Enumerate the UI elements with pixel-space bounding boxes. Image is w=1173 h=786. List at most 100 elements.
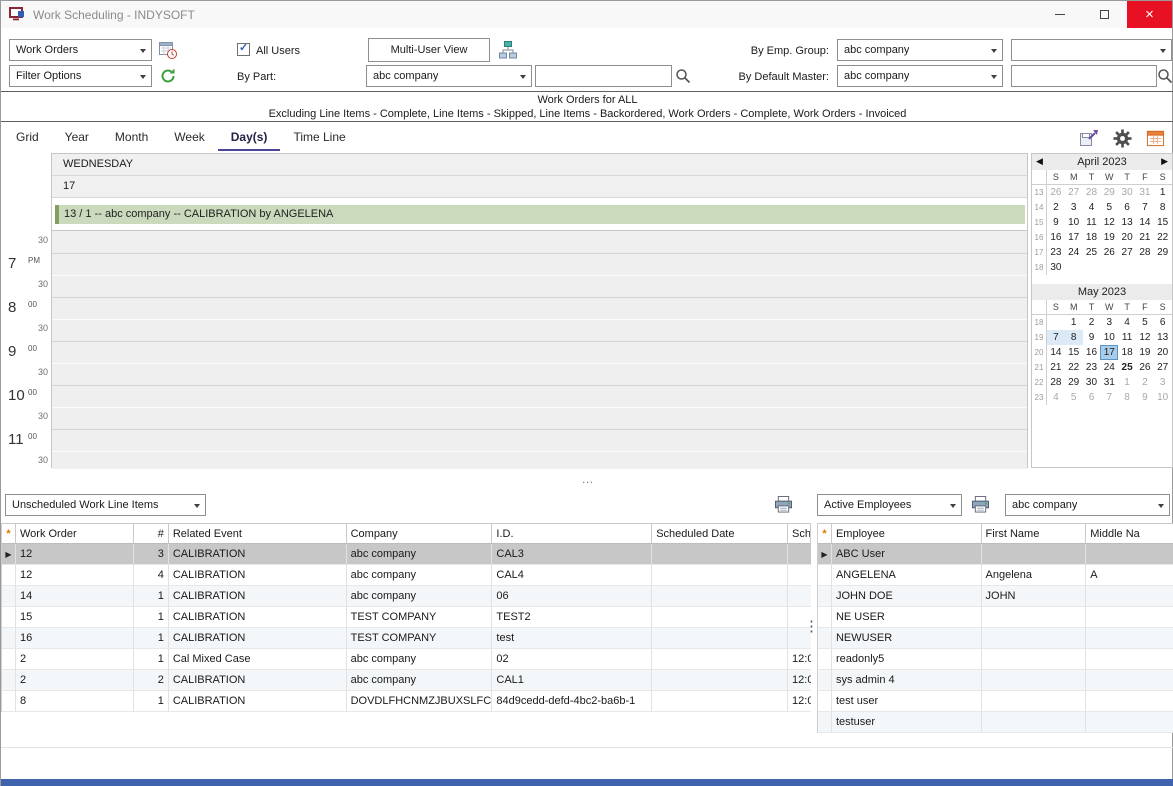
calendar-day[interactable]: 10 bbox=[1154, 390, 1172, 405]
calendar-day[interactable]: 6 bbox=[1118, 200, 1136, 215]
calendar-day[interactable]: 11 bbox=[1083, 215, 1101, 230]
table-row[interactable]: sys admin 4 bbox=[818, 670, 1173, 691]
calendar-day[interactable]: 17 bbox=[1100, 345, 1118, 360]
calendar-day[interactable]: 19 bbox=[1136, 345, 1154, 360]
calendar-day[interactable]: 1 bbox=[1065, 315, 1083, 330]
calendar-day[interactable]: 7 bbox=[1100, 390, 1118, 405]
column-header[interactable]: Company bbox=[347, 523, 493, 544]
column-header[interactable]: Work Order bbox=[16, 523, 134, 544]
calendar-day[interactable]: 18 bbox=[1118, 345, 1136, 360]
by-default-master-search-input[interactable] bbox=[1011, 65, 1157, 87]
calendar-day[interactable]: 30 bbox=[1047, 260, 1065, 275]
time-slot[interactable] bbox=[52, 341, 1027, 363]
table-row[interactable]: testuser bbox=[818, 712, 1173, 733]
calendar-day[interactable]: 14 bbox=[1136, 215, 1154, 230]
time-slot[interactable] bbox=[52, 451, 1027, 469]
all-users-checkbox[interactable]: ✓ bbox=[237, 43, 250, 56]
calendar-day[interactable]: 18 bbox=[1083, 230, 1101, 245]
calendar-day[interactable]: 29 bbox=[1154, 245, 1172, 260]
table-row[interactable]: 124CALIBRATIONabc companyCAL4 bbox=[2, 565, 811, 586]
employees-filter-dropdown[interactable]: Active Employees bbox=[817, 494, 962, 516]
column-header[interactable]: First Name bbox=[982, 523, 1087, 544]
by-part-dropdown[interactable]: abc company bbox=[366, 65, 532, 87]
calendar-day[interactable]: 13 bbox=[1154, 330, 1172, 345]
tab-time-line[interactable]: Time Line bbox=[280, 125, 358, 151]
prev-month-icon[interactable]: ◀ bbox=[1036, 156, 1043, 167]
calendar-day[interactable]: 16 bbox=[1047, 230, 1065, 245]
calendar-day[interactable]: 23 bbox=[1083, 360, 1101, 375]
calendar-day[interactable]: 9 bbox=[1083, 330, 1101, 345]
calendar-day[interactable]: 31 bbox=[1100, 375, 1118, 390]
calendar-day[interactable]: 12 bbox=[1136, 330, 1154, 345]
calendar-day[interactable]: 5 bbox=[1065, 390, 1083, 405]
calendar-day[interactable]: 11 bbox=[1118, 330, 1136, 345]
calendar-day[interactable]: 27 bbox=[1154, 360, 1172, 375]
print-work-items-button[interactable] bbox=[772, 493, 794, 515]
calendar-day[interactable]: 28 bbox=[1136, 245, 1154, 260]
multi-user-layout-button[interactable] bbox=[497, 39, 519, 61]
time-slot[interactable] bbox=[52, 407, 1027, 429]
calendar-day[interactable]: 29 bbox=[1100, 185, 1118, 200]
appointment-bar[interactable]: 13 / 1 -- abc company -- CALIBRATION by … bbox=[55, 205, 1025, 224]
goto-date-button[interactable] bbox=[1144, 127, 1166, 149]
calendar-day[interactable]: 15 bbox=[1065, 345, 1083, 360]
table-row[interactable]: 161CALIBRATIONTEST COMPANYtest bbox=[2, 628, 811, 649]
calendar-day[interactable]: 15 bbox=[1154, 215, 1172, 230]
calendar-day[interactable]: 22 bbox=[1065, 360, 1083, 375]
table-row[interactable]: 81CALIBRATIONDOVDLFHCNMZJBUXSLFCGNL84d9c… bbox=[2, 691, 811, 712]
column-header[interactable]: # bbox=[134, 523, 169, 544]
calendar-day[interactable]: 10 bbox=[1100, 330, 1118, 345]
print-employees-button[interactable] bbox=[969, 493, 991, 515]
calendar-day[interactable]: 19 bbox=[1100, 230, 1118, 245]
calendar-day[interactable]: 20 bbox=[1118, 230, 1136, 245]
by-default-master-dropdown[interactable]: abc company bbox=[837, 65, 1003, 87]
calendar-day[interactable]: 24 bbox=[1065, 245, 1083, 260]
table-row[interactable]: test user bbox=[818, 691, 1173, 712]
horizontal-splitter[interactable]: … bbox=[1, 469, 1173, 491]
calendar-day[interactable]: 4 bbox=[1047, 390, 1065, 405]
calendar-day[interactable]: 6 bbox=[1083, 390, 1101, 405]
calendar-day[interactable]: 26 bbox=[1136, 360, 1154, 375]
minimize-button[interactable] bbox=[1037, 1, 1082, 28]
calendar-day[interactable]: 10 bbox=[1065, 215, 1083, 230]
column-header[interactable]: Related Event bbox=[169, 523, 347, 544]
calendar-day[interactable]: 27 bbox=[1118, 245, 1136, 260]
day-name-header[interactable]: WEDNESDAY bbox=[52, 154, 1027, 176]
table-row[interactable]: ▶ABC User bbox=[818, 544, 1173, 565]
calendar-day[interactable]: 1 bbox=[1118, 375, 1136, 390]
calendar-day[interactable]: 26 bbox=[1100, 245, 1118, 260]
calendar-day[interactable]: 25 bbox=[1083, 245, 1101, 260]
column-header[interactable]: Middle Na bbox=[1086, 523, 1173, 544]
column-header[interactable]: I.D. bbox=[492, 523, 652, 544]
save-layout-button[interactable] bbox=[1078, 127, 1100, 149]
tab-year[interactable]: Year bbox=[52, 125, 102, 151]
calendar-day[interactable]: 4 bbox=[1118, 315, 1136, 330]
calendar-day[interactable]: 9 bbox=[1047, 215, 1065, 230]
calendar-day[interactable]: 8 bbox=[1154, 200, 1172, 215]
calendar-day[interactable]: 22 bbox=[1154, 230, 1172, 245]
by-emp-group-filter-dropdown[interactable] bbox=[1011, 39, 1172, 61]
schedule-options-button[interactable] bbox=[157, 39, 179, 61]
calendar-day[interactable]: 21 bbox=[1136, 230, 1154, 245]
calendar-day[interactable]: 8 bbox=[1118, 390, 1136, 405]
tab-grid[interactable]: Grid bbox=[3, 125, 52, 151]
calendar-day[interactable]: 30 bbox=[1118, 185, 1136, 200]
calendar-day[interactable]: 24 bbox=[1100, 360, 1118, 375]
calendar-day[interactable]: 2 bbox=[1083, 315, 1101, 330]
multi-user-view-button[interactable]: Multi-User View bbox=[368, 38, 490, 62]
table-row[interactable]: NE USER bbox=[818, 607, 1173, 628]
calendar-day[interactable]: 4 bbox=[1083, 200, 1101, 215]
calendar-day[interactable]: 23 bbox=[1047, 245, 1065, 260]
scheduler-settings-button[interactable] bbox=[1111, 127, 1133, 149]
time-slot[interactable] bbox=[52, 429, 1027, 451]
calendar-day[interactable]: 12 bbox=[1100, 215, 1118, 230]
table-row[interactable]: NEWUSER bbox=[818, 628, 1173, 649]
calendar-day[interactable]: 14 bbox=[1047, 345, 1065, 360]
calendar-day[interactable]: 7 bbox=[1136, 200, 1154, 215]
maximize-button[interactable] bbox=[1082, 1, 1127, 28]
table-row[interactable]: ▶123CALIBRATIONabc companyCAL3 bbox=[2, 544, 811, 565]
calendar-day[interactable]: 21 bbox=[1047, 360, 1065, 375]
calendar-day[interactable]: 3 bbox=[1065, 200, 1083, 215]
by-default-master-search-button[interactable] bbox=[1156, 67, 1173, 85]
time-slot[interactable] bbox=[52, 297, 1027, 319]
